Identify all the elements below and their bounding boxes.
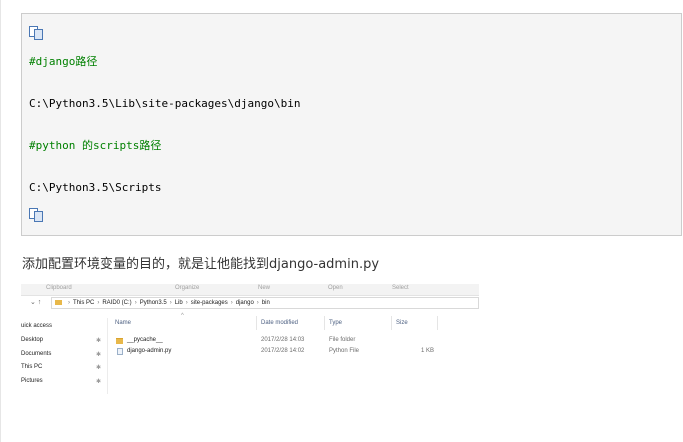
column-divider[interactable] bbox=[391, 316, 392, 330]
nav-item-desktop[interactable]: Desktop bbox=[21, 337, 43, 343]
breadcrumb-drive[interactable]: RAID0 (C:) bbox=[102, 300, 131, 306]
back-up-arrows-icon[interactable]: ⌄ ↑ bbox=[30, 298, 41, 306]
pin-icon: ✱ bbox=[96, 365, 102, 371]
python-file-icon bbox=[117, 348, 123, 355]
code-line-scripts-path: C:\Python3.5\Scripts bbox=[29, 181, 162, 194]
pin-icon: ✱ bbox=[96, 379, 102, 385]
file-name[interactable]: django-admin.py bbox=[127, 348, 171, 354]
folder-icon bbox=[55, 300, 62, 305]
pin-icon: ✱ bbox=[96, 338, 102, 344]
nav-item-quick-access[interactable]: uick access bbox=[21, 323, 52, 329]
code-line-django-path: C:\Python3.5\Lib\site-packages\django\bi… bbox=[29, 97, 301, 110]
copy-code-icon[interactable] bbox=[29, 26, 45, 40]
code-line-django-comment: #django路径 bbox=[29, 55, 98, 68]
sort-ascending-icon: ^ bbox=[181, 313, 184, 319]
file-type: Python File bbox=[329, 348, 360, 354]
ribbon-label-select: Select bbox=[392, 285, 409, 291]
code-block: #django路径 C:\Python3.5\Lib\site-packages… bbox=[21, 13, 682, 236]
column-header-size[interactable]: Size bbox=[396, 320, 408, 326]
file-explorer-screenshot: Clipboard Organize New Open Select ⌄ ↑ ›… bbox=[21, 284, 479, 394]
ribbon-label-open: Open bbox=[328, 285, 343, 291]
column-divider[interactable] bbox=[437, 316, 438, 330]
file-date: 2017/2/28 14:02 bbox=[261, 348, 305, 354]
ribbon-label-organize: Organize bbox=[175, 285, 200, 291]
column-header-date[interactable]: Date modified bbox=[261, 320, 298, 326]
breadcrumb-site-packages[interactable]: site-packages bbox=[191, 300, 228, 306]
column-divider[interactable] bbox=[324, 316, 325, 330]
column-header-type[interactable]: Type bbox=[329, 320, 342, 326]
file-type: File folder bbox=[329, 337, 356, 343]
ribbon-label-new: New bbox=[258, 285, 271, 291]
file-name[interactable]: __pycache__ bbox=[127, 337, 163, 343]
code-line-python-comment: #python 的scripts路径 bbox=[29, 139, 162, 152]
folder-icon bbox=[116, 338, 123, 344]
breadcrumb-this-pc[interactable]: This PC bbox=[73, 300, 94, 306]
breadcrumb-django[interactable]: django bbox=[236, 300, 254, 306]
description-paragraph: 添加配置环境变量的目的，就是让他能找到django-admin.py bbox=[22, 257, 380, 272]
address-bar-row: ⌄ ↑ › This PC › RAID0 (C:) › Python3.5 › Lib › si… bbox=[21, 297, 479, 310]
address-bar[interactable]: › This PC › RAID0 (C:) › Python3.5 › Lib › site-p… bbox=[51, 297, 479, 309]
copy-code-icon-bottom[interactable] bbox=[29, 208, 45, 222]
navigation-pane: uick access Desktop ✱ Documents ✱ This P… bbox=[21, 318, 108, 394]
nav-item-documents[interactable]: Documents bbox=[21, 351, 51, 357]
ribbon-label-clipboard: Clipboard bbox=[46, 285, 72, 291]
column-divider[interactable] bbox=[256, 316, 257, 330]
nav-item-this-pc[interactable]: This PC bbox=[21, 364, 42, 370]
nav-item-pictures[interactable]: Pictures bbox=[21, 378, 43, 384]
file-date: 2017/2/28 14:03 bbox=[261, 337, 305, 343]
breadcrumb-python[interactable]: Python3.5 bbox=[140, 300, 167, 306]
breadcrumb-bin[interactable]: bin bbox=[262, 300, 270, 306]
page-left-border bbox=[0, 0, 1, 442]
ribbon-group-labels: Clipboard Organize New Open Select bbox=[21, 284, 479, 296]
breadcrumb-lib[interactable]: Lib bbox=[175, 300, 183, 306]
pin-icon: ✱ bbox=[96, 352, 102, 358]
column-header-name[interactable]: Name bbox=[115, 320, 131, 326]
file-size: 1 KB bbox=[421, 348, 435, 354]
